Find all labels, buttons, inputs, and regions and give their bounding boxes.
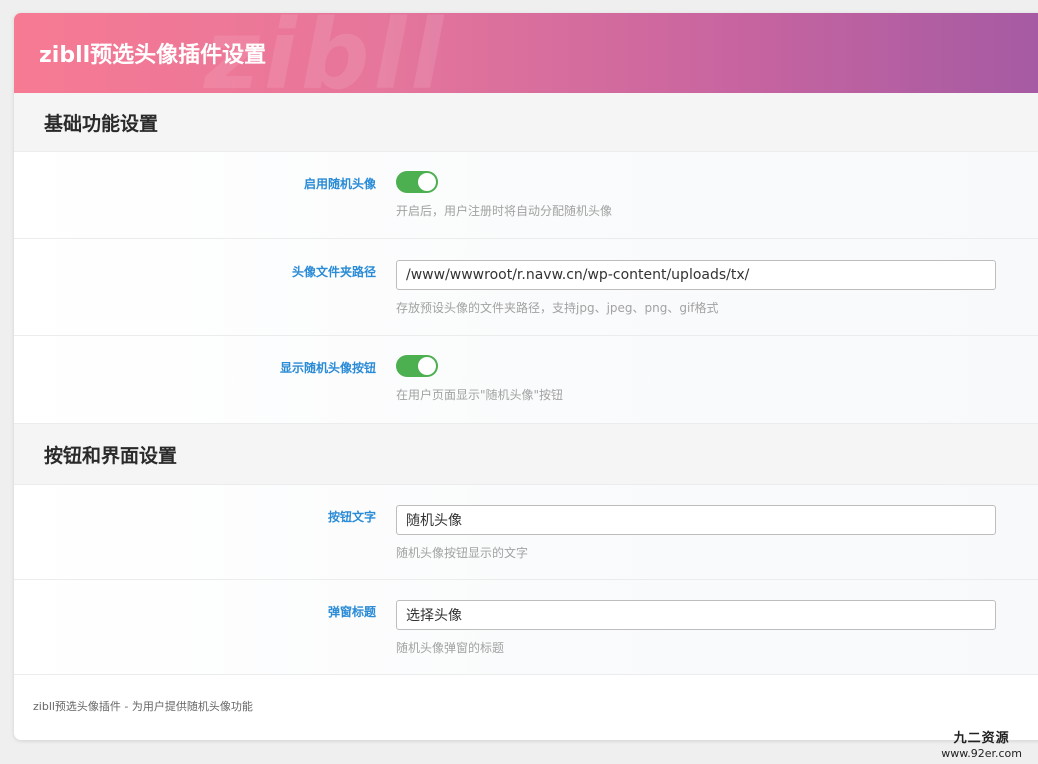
setting-hint: 开启后，用户注册时将自动分配随机头像 [396, 204, 613, 218]
button-text-input[interactable] [396, 505, 996, 535]
setting-field: 在用户页面显示"随机头像"按钮 [396, 336, 563, 423]
setting-field: 随机头像弹窗的标题 [396, 580, 996, 674]
site-watermark-url: www.92er.com [941, 747, 1022, 760]
setting-field: 存放预设头像的文件夹路径，支持jpg、jpeg、png、gif格式 [396, 239, 996, 335]
page-title: zibll预选头像插件设置 [39, 43, 267, 68]
setting-hint: 随机头像弹窗的标题 [396, 641, 505, 655]
section-title-basic: 基础功能设置 [14, 93, 1038, 152]
site-watermark: 九二资源 www.92er.com [941, 731, 1022, 761]
setting-row-button-text: 按钮文字 随机头像按钮显示的文字 [14, 485, 1038, 580]
site-watermark-name: 九二资源 [953, 731, 1010, 746]
setting-row-avatar-folder-path: 头像文件夹路径 存放预设头像的文件夹路径，支持jpg、jpeg、png、gif格… [14, 239, 1038, 336]
setting-hint: 存放预设头像的文件夹路径，支持jpg、jpeg、png、gif格式 [396, 301, 719, 315]
avatar-folder-path-input[interactable] [396, 260, 996, 290]
setting-label: 启用随机头像 [303, 177, 376, 191]
setting-hint: 在用户页面显示"随机头像"按钮 [396, 388, 564, 402]
footer-text: zibll预选头像插件 - 为用户提供随机头像功能 [33, 700, 253, 713]
setting-field: 开启后，用户注册时将自动分配随机头像 [396, 152, 612, 238]
modal-title-input[interactable] [396, 600, 996, 630]
setting-label: 头像文件夹路径 [291, 265, 376, 279]
toggle-knob [418, 173, 436, 191]
setting-label: 按钮文字 [327, 510, 376, 524]
show-random-button-toggle[interactable] [396, 355, 438, 377]
setting-field: 随机头像按钮显示的文字 [396, 485, 996, 579]
page-header: zibll zibll预选头像插件设置 [14, 13, 1038, 93]
section-title-button-ui: 按钮和界面设置 [14, 424, 1038, 485]
setting-label: 显示随机头像按钮 [279, 361, 376, 375]
enable-random-avatar-toggle[interactable] [396, 171, 438, 193]
setting-hint: 随机头像按钮显示的文字 [396, 546, 529, 560]
toggle-knob [418, 357, 436, 375]
setting-label: 弹窗标题 [327, 605, 376, 619]
setting-row-show-random-button: 显示随机头像按钮 在用户页面显示"随机头像"按钮 [14, 336, 1038, 424]
settings-panel: zibll zibll预选头像插件设置 基础功能设置 启用随机头像 开启后，用户… [14, 13, 1038, 740]
setting-row-modal-title: 弹窗标题 随机头像弹窗的标题 [14, 580, 1038, 675]
setting-row-enable-random-avatar: 启用随机头像 开启后，用户注册时将自动分配随机头像 [14, 152, 1038, 239]
